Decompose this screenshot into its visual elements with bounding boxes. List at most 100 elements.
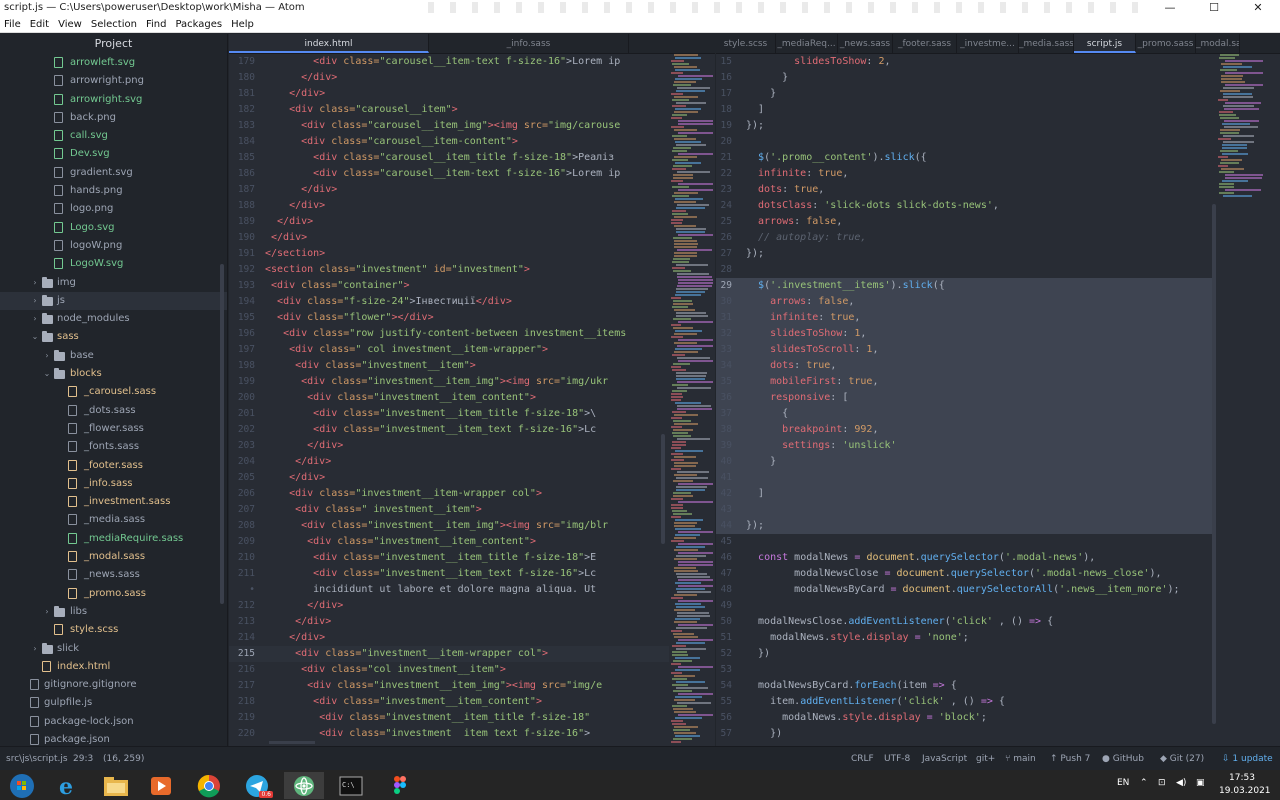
code-line[interactable]: 196 <div class="row justify-content-betw… [229,326,669,342]
status-github[interactable]: ● GitHub [1102,747,1144,771]
status-git-plus[interactable]: git+ [976,747,995,771]
code-line[interactable]: 182 <div class="carousel__item"> [229,102,669,118]
code-line[interactable]: 36 responsive: [ [716,390,1212,406]
code-line[interactable]: 180 </div> [229,70,669,86]
code-line[interactable]: 219 <div class="investment__item_title f… [229,710,669,726]
clock-time[interactable]: 17:53 [1229,773,1255,783]
code-editor-right[interactable]: 15 slidesToShow: 2, 16 } 17 } 18 ] 19}); 20 21… [716,54,1280,746]
status-line-ending[interactable]: CRLF [851,747,874,771]
tree-item[interactable]: arrowright.png [0,72,227,90]
code-line[interactable]: 206 <div class="investment__item-wrapper… [229,486,669,502]
code-line[interactable]: 20 [716,134,1212,150]
code-line[interactable]: 40 } [716,454,1212,470]
tab-media-sass[interactable]: _media.sass [1019,34,1074,53]
menu-view[interactable]: View [58,16,82,32]
tree-item[interactable]: LogoW.svg [0,255,227,273]
code-line[interactable]: 46 const modalNews = document.querySelec… [716,550,1212,566]
taskbar-chrome[interactable] [189,772,229,799]
code-line[interactable]: 190 </div> [229,230,669,246]
taskbar-terminal[interactable]: C:\ [331,772,371,799]
code-line[interactable]: 56 modalNews.style.display = 'block'; [716,710,1212,726]
tree-item[interactable]: Dev.svg [0,145,227,163]
code-line[interactable]: 51 modalNews.style.display = 'none'; [716,630,1212,646]
code-line[interactable]: 52 }) [716,646,1212,662]
code-line[interactable]: 186 <div class="carousel__item-text f-si… [229,166,669,182]
code-line[interactable]: 33 slidesToScroll: 1, [716,342,1212,358]
close-button[interactable]: ✕ [1236,0,1280,16]
code-line[interactable]: 215 <div class="investment__item-wrapper… [229,646,669,662]
tree-item[interactable]: style.scss [0,621,227,639]
chevron-icon[interactable]: ⌄ [30,328,40,346]
tab-index-html[interactable]: index.html [229,34,429,53]
chevron-icon[interactable]: ⌄ [42,365,52,383]
code-line[interactable]: 49 [716,598,1212,614]
right-editor-scrollbar[interactable] [1212,204,1216,724]
tree-item[interactable]: index.html [0,658,227,676]
code-line[interactable]: 201 <div class="investment__item_title f… [229,406,669,422]
status-push[interactable]: ↑ Push 7 [1050,747,1090,771]
taskbar-explorer[interactable] [96,772,136,799]
language-indicator[interactable]: EN [1117,778,1129,788]
code-line[interactable]: 197 <div class=" col investment__item-wr… [229,342,669,358]
code-line[interactable]: 211 <div class="investment__item_text f-… [229,566,669,582]
code-line[interactable]: 34 dots: true, [716,358,1212,374]
tree-item[interactable]: _info.sass [0,475,227,493]
code-line[interactable]: 47 modalNewsClose = document.querySelect… [716,566,1212,582]
code-line[interactable]: 22 infinite: true, [716,166,1212,182]
tree-item[interactable]: _modal.sass [0,548,227,566]
clock-date[interactable]: 19.03.2021 [1219,786,1271,796]
tree-item[interactable]: › node_modules [0,310,227,328]
code-line[interactable]: 25 arrows: false, [716,214,1212,230]
code-line[interactable]: 188 </div> [229,198,669,214]
code-line[interactable]: 19}); [716,118,1212,134]
taskbar-telegram[interactable]: 0.6 [237,772,277,799]
tray-chevron-icon[interactable]: ⌃ [1140,778,1148,788]
chevron-icon[interactable]: › [30,640,40,658]
code-line[interactable]: 192 <section class="investment" id="inves… [229,262,669,278]
volume-icon[interactable]: ◀) [1176,778,1186,788]
tree-item[interactable]: arrowleft.svg [0,54,227,72]
tree-item[interactable]: _fonts.sass [0,438,227,456]
code-line[interactable]: 35 mobileFirst: true, [716,374,1212,390]
tab-script-js[interactable]: script.js [1074,34,1136,53]
code-line[interactable]: 55 item.addEventListener('click' , () =>… [716,694,1212,710]
code-line[interactable]: 15 slidesToShow: 2, [716,54,1212,70]
chevron-icon[interactable]: › [30,292,40,310]
code-line[interactable]: 54 modalNewsByCard.forEach(item => { [716,678,1212,694]
menu-packages[interactable]: Packages [175,16,222,32]
code-line[interactable]: 212 </div> [229,598,669,614]
tree-item[interactable]: › js [0,291,227,311]
tree-item[interactable]: logoW.png [0,237,227,255]
code-line[interactable]: 189 </div> [229,214,669,230]
code-line[interactable]: 26 // autoplay: true, [716,230,1212,246]
chevron-icon[interactable]: › [42,347,52,365]
tree-item[interactable]: _promo.sass [0,585,227,603]
network-icon[interactable]: ⊡ [1158,778,1166,788]
code-line[interactable]: 217 <div class="investment__item_img"><i… [229,678,669,694]
code-line[interactable]: 218 <div class="investment__item_content… [229,694,669,710]
menu-find[interactable]: Find [146,16,167,32]
code-line[interactable]: 53 [716,662,1212,678]
code-line[interactable]: 208 <div class="investment__item_img"><i… [229,518,669,534]
minimap-right[interactable] [1216,54,1278,746]
code-line[interactable]: • incididunt ut labore et dolore magna a… [229,582,669,598]
tab-style-scss[interactable]: style.scss [716,34,776,53]
code-line[interactable]: 214 </div> [229,630,669,646]
code-line[interactable]: 205 </div> [229,470,669,486]
code-line[interactable]: 194 <div class="f-size-24">Інвестиції</d… [229,294,669,310]
code-line[interactable]: 38 breakpoint: 992, [716,422,1212,438]
code-line[interactable]: 210 <div class="investment__item_title f… [229,550,669,566]
taskbar-atom[interactable] [284,772,324,799]
tab-info-sass[interactable]: _info.sass [429,34,629,53]
code-line[interactable]: 57 }) [716,726,1212,742]
tree-item[interactable]: call.svg [0,127,227,145]
tab-footer-sass[interactable]: _footer.sass [893,34,957,53]
menu-selection[interactable]: Selection [91,16,137,32]
code-line[interactable]: 17 } [716,86,1212,102]
tree-item[interactable]: _mediaRequire.sass [0,530,227,548]
tree-item[interactable]: _media.sass [0,511,227,529]
code-line[interactable]: 183 <div class="carousel__item_img"><img… [229,118,669,134]
tree-item[interactable]: arrowright.svg [0,91,227,109]
code-line[interactable]: 184 <div class="carousel__item-content"> [229,134,669,150]
chevron-icon[interactable]: › [30,274,40,292]
